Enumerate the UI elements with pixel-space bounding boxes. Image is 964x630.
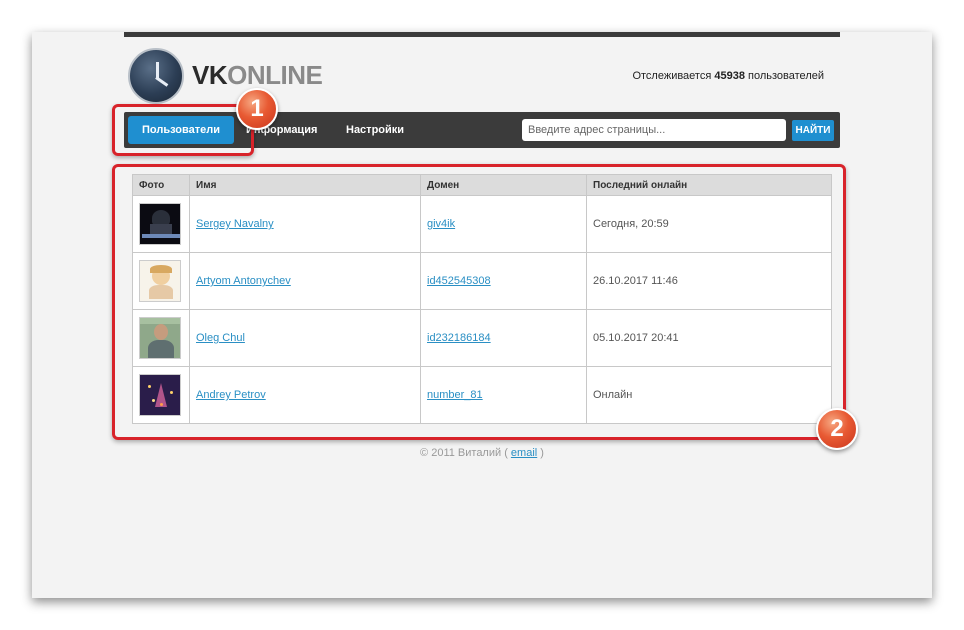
logo-vk-text: VK — [192, 60, 228, 90]
footer-email-link[interactable]: email — [511, 447, 537, 459]
search-button[interactable]: НАЙТИ — [792, 120, 834, 141]
footer: © 2011 Виталий ( email ) — [124, 447, 840, 459]
nav-item-settings[interactable]: Настройки — [346, 124, 404, 136]
clock-logo-icon — [128, 48, 184, 104]
tracking-count: 45938 — [714, 70, 745, 82]
highlight-frame-2 — [112, 164, 846, 440]
step-badge-2: 2 — [816, 408, 858, 450]
logo-online-text: ONLINE — [227, 60, 323, 90]
search-input[interactable] — [522, 119, 786, 141]
top-border-bar — [124, 32, 840, 37]
step-badge-1: 1 — [236, 88, 278, 130]
footer-close-paren: ) — [540, 447, 544, 459]
tracking-suffix: пользователей — [748, 70, 824, 82]
footer-copyright: © 2011 Виталий ( — [420, 447, 508, 459]
highlight-frame-1 — [112, 104, 254, 156]
tracking-prefix: Отслеживается — [632, 70, 712, 82]
tracking-counter: Отслеживается 45938 пользователей — [560, 70, 824, 82]
site-logo[interactable]: VKONLINE — [192, 60, 323, 91]
